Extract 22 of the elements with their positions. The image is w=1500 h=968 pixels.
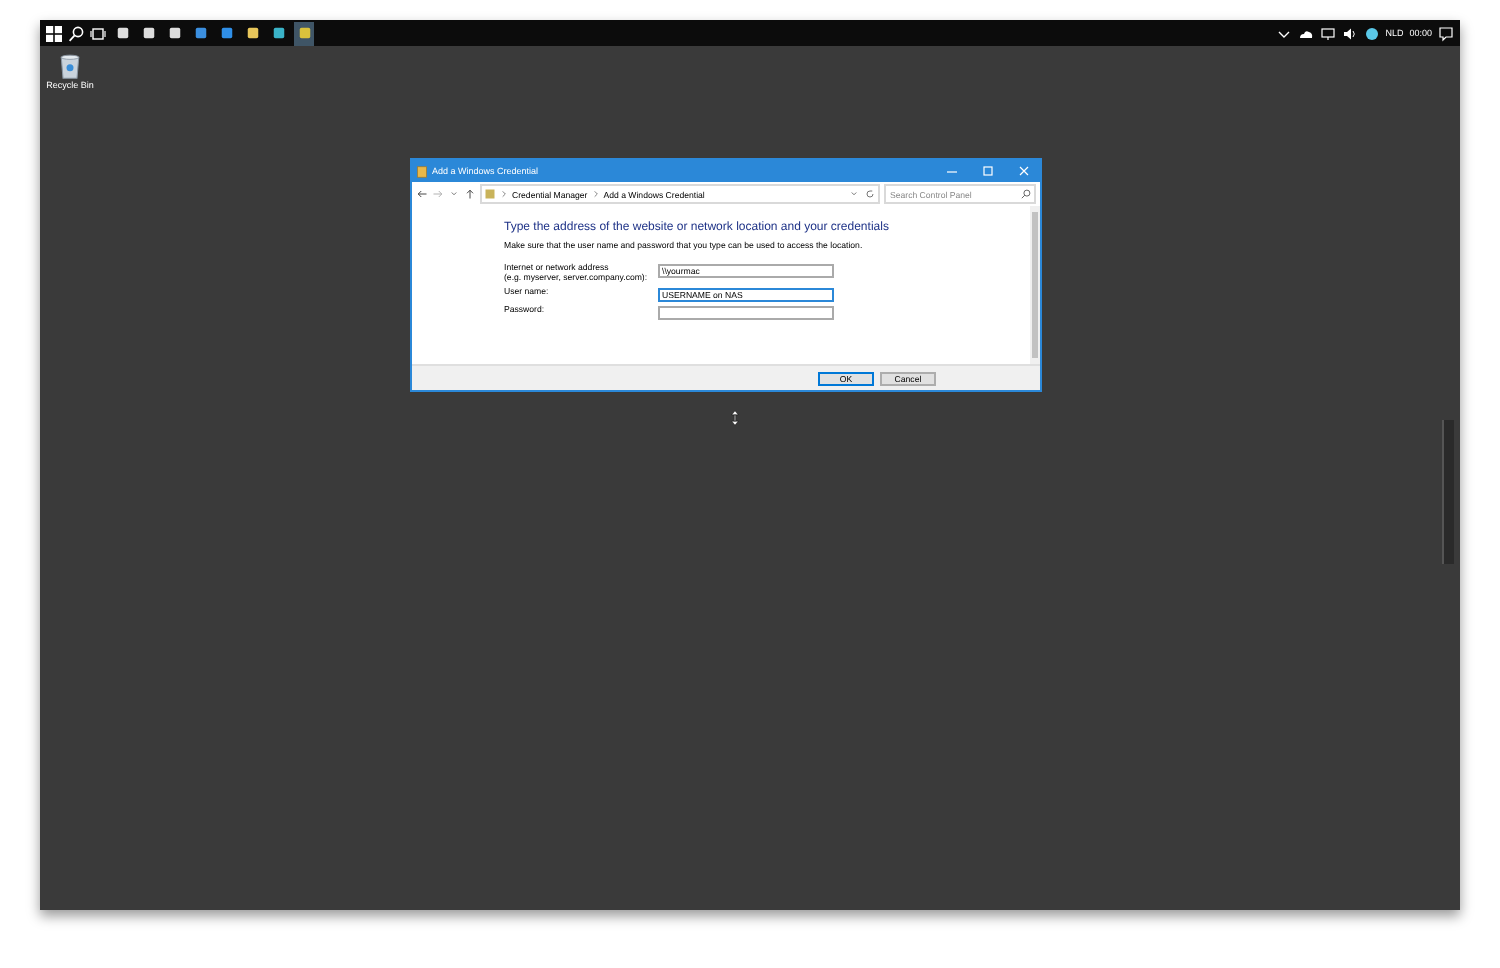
- refresh-icon[interactable]: [864, 188, 876, 200]
- up-arrow-icon[interactable]: [464, 188, 476, 200]
- network-icon[interactable]: [1319, 25, 1336, 41]
- chevron-right-icon: [591, 188, 600, 200]
- speaker-icon[interactable]: [1341, 25, 1358, 41]
- notification-icon[interactable]: [1438, 25, 1454, 41]
- control-panel-icon: [484, 188, 496, 200]
- side-handle[interactable]: [1442, 420, 1454, 564]
- resize-cursor-icon: [730, 410, 740, 426]
- recycle-bin-icon[interactable]: [56, 52, 84, 80]
- back-arrow-icon[interactable]: [416, 188, 428, 200]
- chevron-right-icon: [500, 188, 508, 200]
- search-icon: [1020, 188, 1032, 200]
- input-field[interactable]: [658, 306, 834, 320]
- scrollbar[interactable]: [1030, 206, 1040, 364]
- vault-icon: [416, 165, 428, 177]
- circle-icon[interactable]: [1363, 25, 1380, 41]
- cloud-icon[interactable]: [1297, 25, 1314, 41]
- windows-start-icon[interactable]: [46, 25, 62, 41]
- taskbar-app[interactable]: [294, 21, 314, 45]
- search-icon[interactable]: [68, 25, 84, 41]
- task-view-icon[interactable]: [90, 25, 106, 41]
